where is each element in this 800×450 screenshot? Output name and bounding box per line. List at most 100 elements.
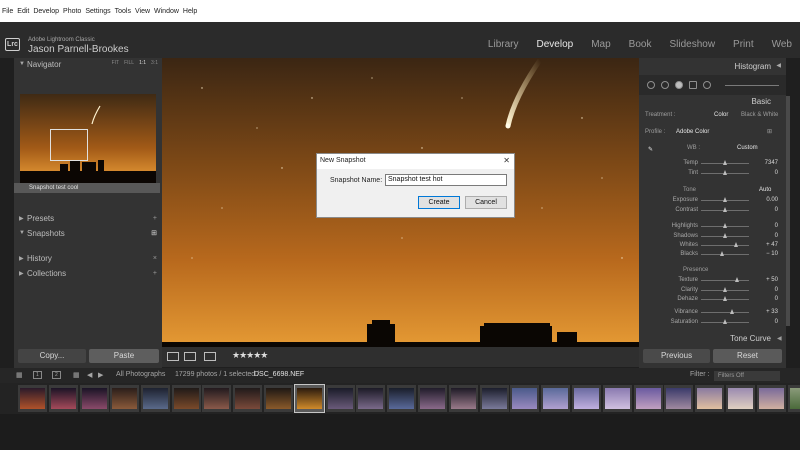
filmstrip-thumbnail[interactable] <box>171 385 201 412</box>
radial-filter-icon[interactable] <box>703 81 711 89</box>
filters-dropdown[interactable]: Filters Off <box>714 371 780 381</box>
slider-value[interactable]: 0 <box>775 233 778 239</box>
slider-value[interactable]: 0 <box>775 296 778 302</box>
menu-edit[interactable]: Edit <box>17 8 29 15</box>
presets-header[interactable]: ▶ Presets + <box>14 212 162 224</box>
filmstrip-thumbnail[interactable] <box>695 385 725 412</box>
filmstrip-thumbnail[interactable] <box>602 385 632 412</box>
module-web[interactable]: Web <box>772 39 792 50</box>
snapshot-name-input[interactable]: Snapshot test hot <box>385 174 507 186</box>
snapshot-item[interactable]: Snapshot test cool <box>14 183 160 193</box>
filmstrip-thumbnail[interactable] <box>140 385 170 412</box>
module-develop[interactable]: Develop <box>537 39 574 50</box>
slider-thumb[interactable] <box>730 309 735 314</box>
loupe-view-icon[interactable] <box>167 352 179 361</box>
filmstrip-thumbnail[interactable] <box>110 385 139 412</box>
profile-browser-icon[interactable]: ⊞ <box>767 128 772 135</box>
collections-header[interactable]: ▶ Collections + <box>14 267 162 279</box>
filmstrip-thumbnail[interactable] <box>572 385 601 412</box>
graduated-filter-icon[interactable] <box>689 81 697 89</box>
copy-button[interactable]: Copy... <box>18 349 86 363</box>
slider-track[interactable] <box>701 280 749 281</box>
page-1-button[interactable]: 1 <box>33 371 42 379</box>
cancel-button[interactable]: Cancel <box>465 196 507 209</box>
filmstrip-thumbnail[interactable] <box>325 385 355 412</box>
filmstrip-thumbnail[interactable] <box>202 385 232 412</box>
slider-value[interactable]: 0 <box>775 287 778 293</box>
filmstrip-thumbnail[interactable] <box>264 385 293 412</box>
slider-track[interactable] <box>701 312 749 313</box>
menu-view[interactable]: View <box>135 8 150 15</box>
before-after-icon[interactable] <box>184 352 196 361</box>
zoom-3-1[interactable]: 3:1 <box>151 60 158 66</box>
crop-tool-icon[interactable] <box>647 81 655 89</box>
menu-settings[interactable]: Settings <box>85 8 110 15</box>
auto-button[interactable]: Auto <box>759 187 771 193</box>
add-preset-icon[interactable]: + <box>153 215 157 222</box>
slider-value[interactable]: 0.00 <box>766 197 778 203</box>
slider-thumb[interactable] <box>722 233 727 238</box>
filmstrip-thumbnail[interactable] <box>448 385 478 412</box>
module-book[interactable]: Book <box>629 39 652 50</box>
before-after-split-icon[interactable] <box>204 352 216 361</box>
slider-thumb[interactable] <box>722 207 727 212</box>
module-map[interactable]: Map <box>591 39 610 50</box>
wb-value[interactable]: Custom <box>737 145 758 151</box>
slider-value[interactable]: 0 <box>775 207 778 213</box>
filmstrip-thumbnail[interactable] <box>726 385 755 412</box>
spot-removal-icon[interactable] <box>661 81 669 89</box>
filmstrip-thumbnail[interactable] <box>418 385 447 412</box>
slider-value[interactable]: + 47 <box>766 242 778 248</box>
slider-thumb[interactable] <box>722 319 727 324</box>
slider-track[interactable] <box>701 245 749 246</box>
secondary-display-icon[interactable]: ▦ <box>16 371 23 379</box>
menu-tools[interactable]: Tools <box>115 8 131 15</box>
filmstrip-thumbnail[interactable] <box>233 385 263 412</box>
filmstrip-thumbnail[interactable] <box>293 384 325 413</box>
profile-value[interactable]: Adobe Color <box>676 129 709 135</box>
right-panel-scrollbar[interactable] <box>786 96 790 326</box>
back-arrow-icon[interactable]: ◀ <box>87 371 92 379</box>
add-snapshot-icon[interactable]: ⊞ <box>151 229 157 237</box>
forward-arrow-icon[interactable]: ▶ <box>98 371 103 379</box>
slider-value[interactable]: 0 <box>775 319 778 325</box>
zoom-fit[interactable]: FIT <box>112 60 120 66</box>
slider-thumb[interactable] <box>722 170 727 175</box>
histogram-header[interactable]: Histogram ◀ <box>639 58 786 74</box>
module-library[interactable]: Library <box>488 39 519 50</box>
previous-button[interactable]: Previous <box>643 349 710 363</box>
reset-button[interactable]: Reset <box>713 349 782 363</box>
slider-thumb[interactable] <box>722 197 727 202</box>
navigator-preview[interactable] <box>20 94 156 184</box>
rating-stars[interactable]: ★★★★★ <box>232 350 268 361</box>
slider-thumb[interactable] <box>722 223 727 228</box>
slider-value[interactable]: 0 <box>775 170 778 176</box>
snapshots-header[interactable]: ▼ Snapshots ⊞ <box>14 227 162 239</box>
module-print[interactable]: Print <box>733 39 754 50</box>
slider-value[interactable]: 0 <box>775 223 778 229</box>
filmstrip-thumbnail[interactable] <box>80 385 109 412</box>
red-eye-icon[interactable] <box>675 81 683 89</box>
menu-window[interactable]: Window <box>154 8 179 15</box>
page-2-button[interactable]: 2 <box>52 371 61 379</box>
slider-thumb[interactable] <box>734 277 739 282</box>
brush-slider[interactable] <box>725 85 779 86</box>
slider-value[interactable]: 7347 <box>765 160 778 166</box>
slider-thumb[interactable] <box>722 296 727 301</box>
filmstrip-thumbnail[interactable] <box>756 385 786 412</box>
filmstrip-thumbnail[interactable] <box>787 385 800 412</box>
filmstrip-thumbnail[interactable] <box>49 385 78 412</box>
create-button[interactable]: Create <box>418 196 460 209</box>
menu-help[interactable]: Help <box>183 8 197 15</box>
slider-value[interactable]: + 33 <box>766 309 778 315</box>
close-icon[interactable]: ✕ <box>503 156 510 165</box>
slider-thumb[interactable] <box>733 242 738 247</box>
slider-value[interactable]: − 10 <box>766 251 778 257</box>
filmstrip-thumbnail[interactable] <box>18 385 47 412</box>
wb-eyedropper-icon[interactable]: ✎ <box>648 146 653 153</box>
menu-develop[interactable]: Develop <box>33 8 59 15</box>
navigator-header[interactable]: ▼ Navigator FIT FILL 1:1 3:1 <box>14 58 162 70</box>
history-header[interactable]: ▶ History × <box>14 252 162 264</box>
filmstrip-thumbnail[interactable] <box>510 385 540 412</box>
menu-photo[interactable]: Photo <box>63 8 81 15</box>
